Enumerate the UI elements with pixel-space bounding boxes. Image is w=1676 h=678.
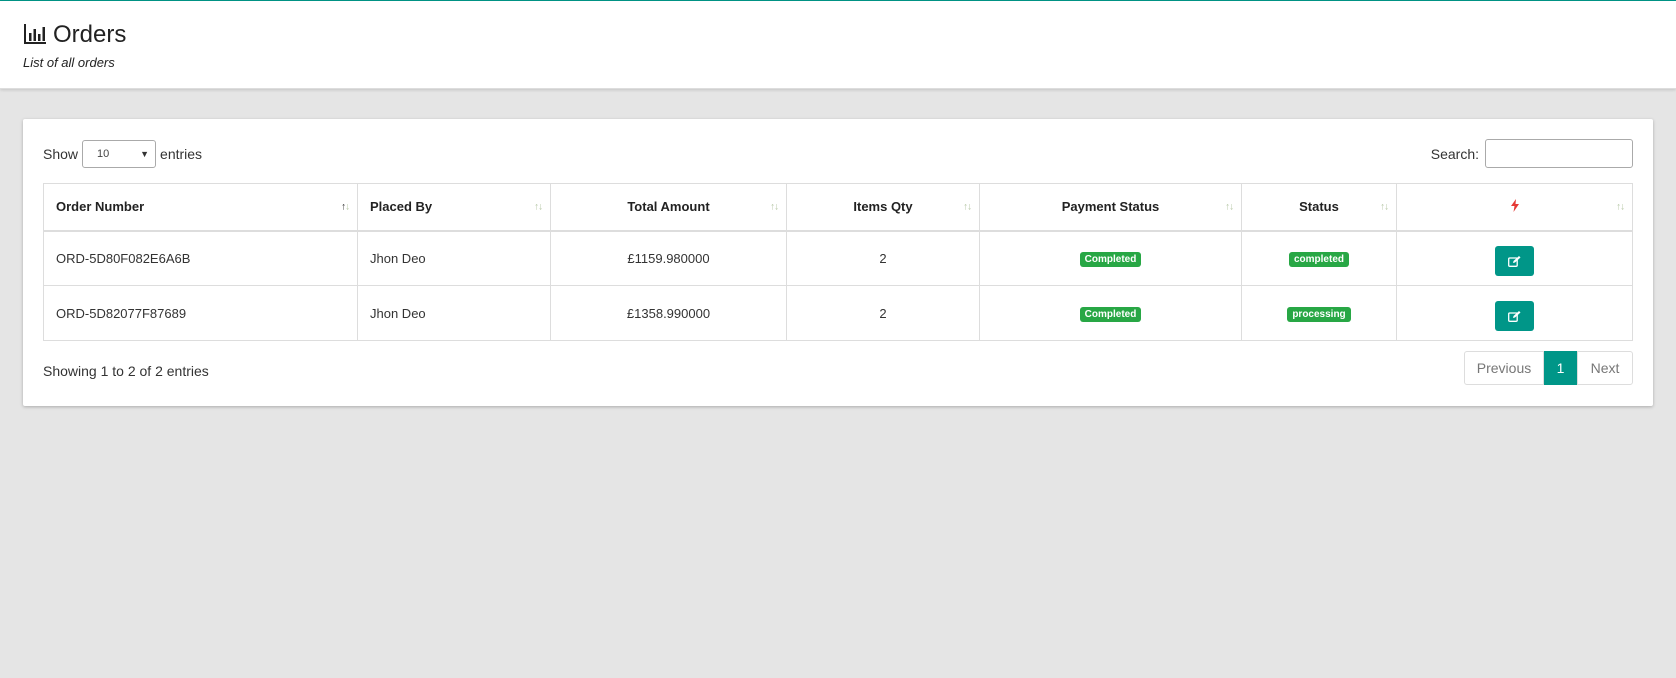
actions-cell	[1396, 285, 1633, 341]
entries-length: Show 10 ▼ entries	[43, 139, 203, 168]
search-label: Search:	[1430, 145, 1479, 162]
edit-button[interactable]	[1495, 246, 1534, 277]
col-placed-by[interactable]: Placed By ↑↓	[357, 183, 551, 232]
payment-status-badge: Completed	[1079, 251, 1142, 267]
sort-icon: ↑↓	[963, 201, 972, 213]
table-controls: Show 10 ▼ entries Search:	[43, 139, 1633, 168]
pagination: Previous 1 Next	[1464, 351, 1633, 385]
bar-chart-icon	[23, 23, 47, 48]
actions-cell	[1396, 230, 1633, 286]
total-amount-cell: £1159.980000	[550, 230, 787, 286]
page-title: Orders	[53, 21, 127, 48]
placed-by-cell: Jhon Deo	[357, 230, 551, 286]
order-number-cell: ORD-5D82077F87689	[43, 285, 358, 341]
order-number-cell: ORD-5D80F082E6A6B	[43, 230, 358, 286]
previous-button[interactable]: Previous	[1464, 351, 1544, 385]
col-payment-status-label: Payment Status	[1061, 199, 1160, 215]
payment-status-cell: Completed	[979, 285, 1242, 341]
table-row: ORD-5D82077F87689 Jhon Deo £1358.990000 …	[43, 285, 1633, 341]
sort-icon: ↑↓	[770, 201, 779, 213]
page-subtitle: List of all orders	[23, 55, 115, 70]
title-row: Orders	[23, 21, 1653, 49]
col-actions[interactable]: ↑↓	[1396, 183, 1633, 232]
col-total-amount[interactable]: Total Amount ↑↓	[550, 183, 787, 232]
entries-select-value: 10	[97, 147, 110, 160]
payment-status-badge: Completed	[1079, 306, 1142, 322]
items-qty-cell: 2	[786, 285, 980, 341]
total-amount-cell: £1358.990000	[550, 285, 787, 341]
col-placed-by-label: Placed By	[370, 199, 433, 215]
sort-icon: ↑↓	[1616, 201, 1625, 213]
search-box: Search:	[1431, 139, 1633, 168]
table-info: Showing 1 to 2 of 2 entries	[43, 363, 209, 379]
table-row: ORD-5D80F082E6A6B Jhon Deo £1159.980000 …	[43, 230, 1633, 286]
edit-icon	[1508, 310, 1521, 322]
sort-icon: ↑↓	[534, 201, 543, 213]
col-status[interactable]: Status ↑↓	[1241, 183, 1397, 232]
sort-icon: ↑↓	[1225, 201, 1234, 213]
status-cell: processing	[1241, 285, 1397, 341]
sort-icon: ↑↓	[341, 201, 350, 213]
edit-button[interactable]	[1495, 301, 1534, 331]
entries-label: entries	[160, 145, 203, 162]
page-header: Orders List of all orders	[0, 1, 1676, 89]
orders-card: Show 10 ▼ entries Search: Order Number ↑…	[23, 119, 1653, 406]
col-status-label: Status	[1299, 199, 1339, 215]
col-items-qty-label: Items Qty	[853, 199, 913, 215]
table-footer: Showing 1 to 2 of 2 entries Previous 1 N…	[43, 351, 1633, 385]
table-header-row: Order Number ↑↓ Placed By ↑↓ Total Amoun…	[43, 183, 1633, 232]
entries-select[interactable]: 10 ▼	[82, 139, 157, 168]
col-items-qty[interactable]: Items Qty ↑↓	[786, 183, 980, 232]
next-button[interactable]: Next	[1577, 351, 1633, 385]
edit-icon	[1508, 255, 1521, 267]
page-1-button[interactable]: 1	[1544, 351, 1577, 385]
status-badge: processing	[1287, 306, 1351, 322]
placed-by-cell: Jhon Deo	[357, 285, 551, 341]
col-order-number[interactable]: Order Number ↑↓	[43, 183, 358, 232]
chevron-down-icon: ▼	[140, 148, 150, 159]
show-label: Show	[43, 145, 79, 162]
payment-status-cell: Completed	[979, 230, 1242, 286]
status-badge: completed	[1288, 251, 1349, 267]
col-total-amount-label: Total Amount	[627, 199, 710, 215]
search-input[interactable]	[1485, 139, 1633, 168]
col-payment-status[interactable]: Payment Status ↑↓	[979, 183, 1242, 232]
col-order-number-label: Order Number	[56, 199, 145, 215]
items-qty-cell: 2	[786, 230, 980, 286]
orders-table: Order Number ↑↓ Placed By ↑↓ Total Amoun…	[43, 183, 1633, 341]
status-cell: completed	[1241, 230, 1397, 286]
bolt-icon	[1510, 198, 1519, 215]
sort-icon: ↑↓	[1380, 201, 1389, 213]
